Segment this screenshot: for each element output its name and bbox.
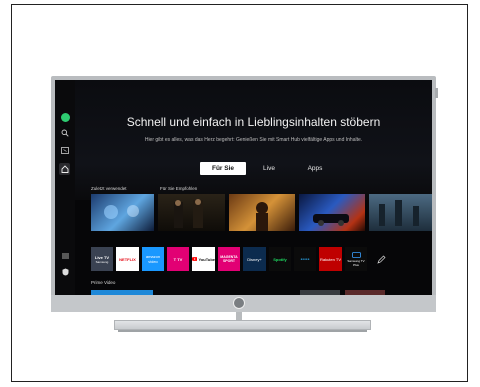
menu-icon[interactable] <box>59 250 71 262</box>
content-tile[interactable] <box>91 194 154 231</box>
section-label-prime: Prime Video <box>91 280 116 285</box>
tab-live[interactable]: Live <box>246 162 292 175</box>
tab-bar: Für Sie Live Apps <box>200 162 338 175</box>
tab-fuer-sie[interactable]: Für Sie <box>200 162 246 175</box>
section-label-recommended: Für Sie Empfohlen <box>160 186 198 191</box>
tv-side-button <box>435 88 438 98</box>
app-rakuten-tv[interactable]: Rakuten TV <box>319 247 342 271</box>
loewe-logo-icon <box>233 297 245 309</box>
app-samsung-tv-plus[interactable]: Samsung TV Plus <box>345 247 367 271</box>
app-live-tv[interactable]: Live TV Samsung <box>91 247 113 271</box>
profile-icon[interactable] <box>61 113 70 122</box>
app-prime-video[interactable]: amazon video <box>142 247 164 271</box>
page-title: Schnell und einfach in Lieblingsinhalten… <box>126 115 381 129</box>
app-magenta-tv[interactable]: T TV <box>167 247 189 271</box>
tab-apps[interactable]: Apps <box>292 162 338 175</box>
media-icon[interactable] <box>59 144 71 156</box>
hero-banner: Schnell und einfach in Lieblingsinhalten… <box>75 80 432 200</box>
tv-screen: Schnell und einfach in Lieblingsinhalten… <box>55 80 432 295</box>
page-subtitle: Hier gibt es alles, was das Herz begehrt… <box>144 137 363 143</box>
app-magenta-sport[interactable]: MAGENTA SPORT <box>218 247 240 271</box>
app-netflix[interactable]: NETFLIX <box>116 247 139 271</box>
tv-stand-base <box>114 320 371 330</box>
app-youtube[interactable]: YouTube <box>192 247 215 271</box>
content-tile[interactable] <box>369 194 432 231</box>
app-unknown[interactable]: ●●●●● <box>294 247 316 271</box>
content-tile[interactable] <box>229 194 295 231</box>
app-disney-plus[interactable]: Disney+ <box>243 247 266 271</box>
privacy-icon[interactable] <box>59 266 71 278</box>
edit-icon[interactable] <box>373 247 389 271</box>
search-icon[interactable] <box>59 127 71 139</box>
sidebar <box>55 80 75 295</box>
section-label-recent: Zuletzt verwendet <box>91 186 127 191</box>
app-spotify[interactable]: Spotify <box>269 247 291 271</box>
content-tile[interactable] <box>299 194 365 231</box>
home-icon[interactable] <box>59 163 70 175</box>
content-tile[interactable] <box>158 194 225 231</box>
tv-stand-foot <box>118 330 367 332</box>
